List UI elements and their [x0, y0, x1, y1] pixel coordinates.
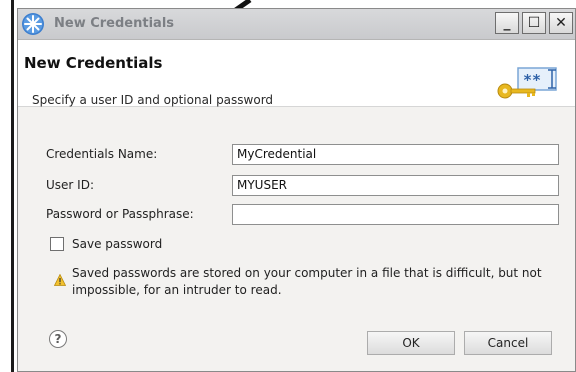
minimize-icon: _ — [503, 15, 511, 31]
help-icon[interactable]: ? — [49, 330, 67, 348]
close-button[interactable]: ✕ — [549, 12, 573, 34]
key-password-icon: ** — [497, 67, 557, 99]
close-icon: ✕ — [555, 15, 567, 31]
warning-icon — [54, 274, 66, 286]
header-title: New Credentials — [24, 54, 163, 72]
minimize-button[interactable]: _ — [495, 12, 519, 34]
header-description: Specify a user ID and optional password — [32, 93, 274, 107]
ok-button[interactable]: OK — [367, 331, 455, 355]
save-password-checkbox[interactable] — [50, 237, 64, 251]
password-mask-text: ** — [523, 71, 541, 89]
password-label: Password or Passphrase: — [46, 207, 194, 221]
credentials-name-input[interactable]: MyCredential — [232, 144, 559, 165]
maximize-button[interactable]: ☐ — [522, 12, 546, 34]
title-bar[interactable]: New Credentials _ ☐ ✕ — [18, 9, 575, 40]
app-snowflake-icon — [22, 13, 44, 35]
warning-message: Saved passwords are stored on your compu… — [72, 266, 542, 297]
left-edge-border — [0, 0, 14, 372]
dialog-header: New Credentials Specify a user ID and op… — [18, 40, 575, 107]
user-id-label: User ID: — [46, 178, 94, 192]
save-password-label[interactable]: Save password — [72, 237, 162, 251]
new-credentials-dialog: New Credentials _ ☐ ✕ New Credentials Sp… — [17, 8, 576, 372]
password-input[interactable] — [232, 204, 559, 225]
maximize-icon: ☐ — [527, 15, 541, 31]
window-title: New Credentials — [54, 16, 175, 31]
credentials-name-label: Credentials Name: — [46, 147, 158, 161]
cancel-button[interactable]: Cancel — [464, 331, 552, 355]
user-id-input[interactable]: MYUSER — [232, 175, 559, 196]
